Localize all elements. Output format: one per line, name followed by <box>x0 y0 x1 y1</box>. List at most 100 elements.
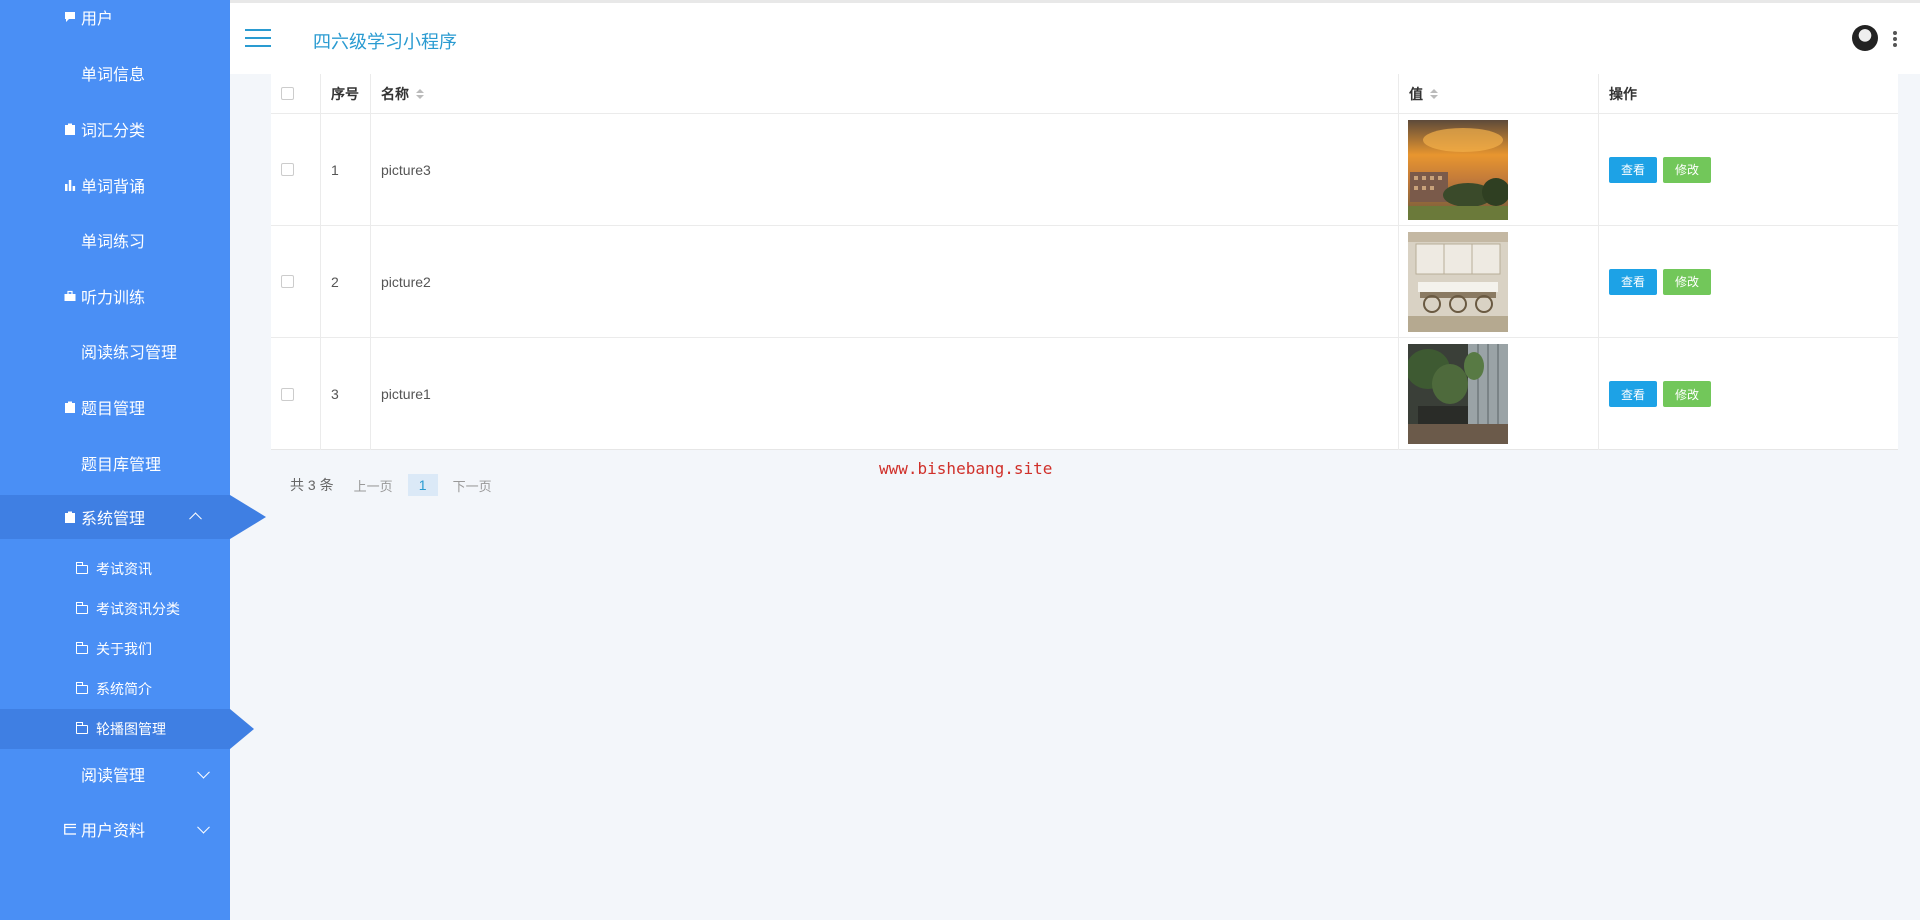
sidebar-subitem-system-intro[interactable]: 系统简介 <box>0 669 230 709</box>
avatar[interactable] <box>1852 25 1878 51</box>
header-name[interactable]: 名称 <box>371 74 1399 113</box>
sidebar-item-word-practice[interactable]: 单词练习 <box>0 215 230 265</box>
clipboard-icon <box>64 401 76 413</box>
sidebar-item-system-mgmt[interactable]: 系统管理 <box>0 495 266 539</box>
sort-icon[interactable] <box>1430 88 1438 99</box>
select-all-cell <box>271 74 321 113</box>
row-value-cell <box>1399 338 1599 450</box>
active-indicator <box>230 495 266 539</box>
row-select-cell <box>271 114 321 225</box>
sidebar-subitem-carousel-mgmt[interactable]: 轮播图管理 <box>0 709 254 749</box>
active-indicator <box>230 709 254 749</box>
view-button[interactable]: 查看 <box>1609 156 1658 183</box>
row-index: 3 <box>321 338 371 450</box>
grid-icon <box>64 234 76 246</box>
sidebar: 用户 单词信息 词汇分类 单词背诵 单词练习 听力训练 阅读练习管理 题目管理 … <box>0 0 266 920</box>
sidebar-item-vocab-category[interactable]: 词汇分类 <box>0 104 230 154</box>
row-value-cell <box>1399 226 1599 337</box>
sidebar-subitem-label: 轮播图管理 <box>96 721 166 737</box>
sidebar-item-label: 用户 <box>81 11 114 28</box>
sidebar-item-word-info[interactable]: 单词信息 <box>0 48 230 98</box>
sidebar-item-reading-mgmt[interactable]: 阅读管理 <box>0 749 230 799</box>
sunset-campus-photo[interactable] <box>1408 119 1508 220</box>
table-header-row: 序号 名称 值 操作 <box>271 74 1898 114</box>
row-name: picture3 <box>371 114 1399 225</box>
sidebar-subitem-exam-news-category[interactable]: 考试资讯分类 <box>0 589 230 629</box>
row-name: picture2 <box>371 226 1399 337</box>
header-actions: 操作 <box>1609 85 1637 102</box>
grid-icon <box>64 768 76 780</box>
clipboard-icon <box>64 123 76 135</box>
sidebar-subitem-label: 考试资讯分类 <box>96 601 180 617</box>
folder-icon <box>76 601 88 614</box>
watermark-text: www.bishebang.site <box>879 459 1053 478</box>
header-index: 序号 <box>321 74 371 113</box>
carousel-table: 序号 名称 值 操作 1 picture3 查看 修改 2 picture2 查… <box>271 74 1898 450</box>
sidebar-subitem-exam-news[interactable]: 考试资讯 <box>0 549 230 589</box>
row-index: 1 <box>321 114 371 225</box>
row-checkbox[interactable] <box>281 387 294 401</box>
sidebar-subitem-about-us[interactable]: 关于我们 <box>0 629 230 669</box>
folder-icon <box>76 721 88 734</box>
id-card-icon <box>64 823 76 835</box>
sidebar-item-label: 阅读练习管理 <box>81 345 178 362</box>
row-actions-cell: 查看 修改 <box>1599 226 1898 337</box>
sidebar-item-label: 用户资料 <box>81 823 146 840</box>
briefcase-icon <box>64 290 76 302</box>
edit-button[interactable]: 修改 <box>1663 268 1712 295</box>
table-row: 3 picture1 查看 修改 <box>271 338 1898 450</box>
header-value[interactable]: 值 <box>1399 74 1599 113</box>
sort-icon[interactable] <box>416 88 424 99</box>
sidebar-item-question-bank[interactable]: 题目库管理 <box>0 438 230 488</box>
edit-button[interactable]: 修改 <box>1663 156 1712 183</box>
sidebar-item-label: 单词背诵 <box>81 179 146 196</box>
next-page-button[interactable]: 下一页 <box>453 476 492 495</box>
row-name: picture1 <box>371 338 1399 450</box>
folder-icon <box>76 681 88 694</box>
folder-icon <box>76 641 88 654</box>
grid-icon <box>64 457 76 469</box>
chevron-down-icon <box>197 765 210 779</box>
prev-page-button[interactable]: 上一页 <box>354 476 393 495</box>
sidebar-item-word-recite[interactable]: 单词背诵 <box>0 160 230 210</box>
sidebar-item-label: 题目管理 <box>81 401 146 418</box>
header-name-label: 名称 <box>381 85 409 102</box>
grid-icon <box>64 67 76 79</box>
current-page-button[interactable]: 1 <box>407 474 438 496</box>
sidebar-item-label: 阅读管理 <box>81 768 146 785</box>
comment-icon <box>64 11 76 23</box>
sidebar-subitem-label: 系统简介 <box>96 681 152 697</box>
menu-toggle-icon[interactable] <box>245 29 271 47</box>
edit-button[interactable]: 修改 <box>1663 381 1712 407</box>
app-title: 四六级学习小程序 <box>313 32 457 52</box>
more-options-icon[interactable] <box>1892 31 1898 47</box>
view-button[interactable]: 查看 <box>1609 381 1658 407</box>
sidebar-item-label: 系统管理 <box>81 511 146 528</box>
pagination: 共 3 条 上一页 1 下一页 <box>290 474 492 496</box>
row-actions-cell: 查看 修改 <box>1599 338 1898 450</box>
garden-courtyard-photo[interactable] <box>1408 344 1508 444</box>
sidebar-item-question-mgmt[interactable]: 题目管理 <box>0 382 230 432</box>
view-button[interactable]: 查看 <box>1609 268 1658 295</box>
sidebar-item-reading-practice[interactable]: 阅读练习管理 <box>0 326 230 376</box>
row-checkbox[interactable] <box>281 275 294 288</box>
row-checkbox[interactable] <box>281 163 294 176</box>
row-value-cell <box>1399 114 1599 225</box>
table-row: 2 picture2 查看 修改 <box>271 226 1898 338</box>
sidebar-subitem-label: 关于我们 <box>96 641 152 657</box>
header-value-label: 值 <box>1409 85 1423 102</box>
sidebar-item-label: 听力训练 <box>81 290 146 307</box>
sidebar-item-listening[interactable]: 听力训练 <box>0 271 230 321</box>
white-room-photo[interactable] <box>1408 231 1508 332</box>
table-row: 1 picture3 查看 修改 <box>271 114 1898 226</box>
grid-icon <box>64 345 76 357</box>
sidebar-item-label: 题目库管理 <box>81 457 162 474</box>
sidebar-item-users[interactable]: 用户 <box>0 0 230 42</box>
sidebar-item-user-profile[interactable]: 用户资料 <box>0 804 230 854</box>
bar-chart-icon <box>64 179 76 191</box>
sidebar-item-label: 单词练习 <box>81 234 146 251</box>
row-index: 2 <box>321 226 371 337</box>
folder-icon <box>76 561 88 574</box>
select-all-checkbox[interactable] <box>281 87 294 100</box>
chevron-up-icon <box>189 512 202 526</box>
